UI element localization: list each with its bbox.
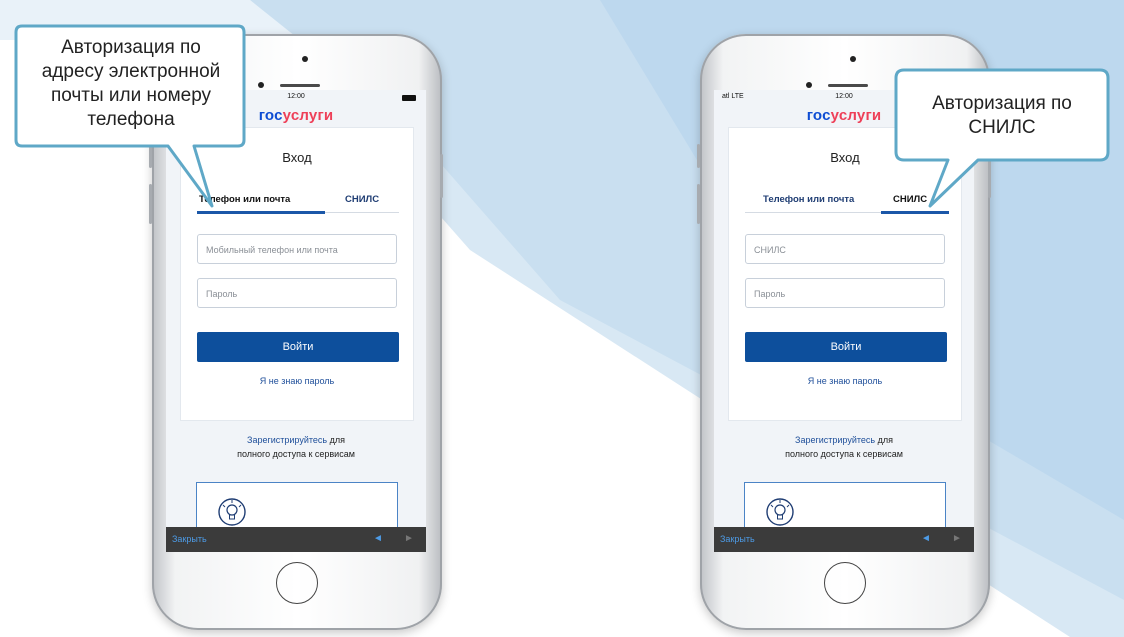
lightbulb-icon — [766, 498, 794, 526]
register-link[interactable]: Зарегистрируйтесь — [795, 435, 875, 445]
proximity-sensor — [806, 82, 812, 88]
bottom-toolbar: Закрыть ◄ ► — [166, 527, 426, 552]
close-button[interactable]: Закрыть — [720, 534, 755, 544]
power-button — [440, 154, 443, 198]
callout-left-line-2: адресу электронной — [41, 61, 221, 82]
forgot-password-link[interactable]: Я не знаю пароль — [729, 376, 961, 386]
phone-or-email-input[interactable]: Мобильный телефон или почта — [197, 234, 397, 264]
bottom-toolbar: Закрыть ◄ ► — [714, 527, 974, 552]
login-button[interactable]: Войти — [197, 332, 399, 362]
tab-phone-or-email[interactable]: Телефон или почта — [763, 194, 854, 212]
callout-right-text: Авторизация по СНИЛС — [898, 92, 1106, 140]
logo-part-1: гос — [806, 107, 831, 124]
callout-left: Авторизация по адресу электронной почты … — [8, 22, 248, 212]
home-button[interactable] — [276, 562, 318, 604]
next-arrow-icon[interactable]: ► — [404, 533, 414, 544]
close-button[interactable]: Закрыть — [172, 534, 207, 544]
register-suffix: для — [875, 435, 893, 445]
callout-right: Авторизация по СНИЛС — [890, 66, 1115, 216]
logo-part-1: гос — [258, 107, 283, 124]
callout-left-text: Авторизация по адресу электронной почты … — [18, 36, 244, 132]
logo-part-2: услуги — [830, 107, 882, 124]
earpiece-speaker — [280, 84, 320, 87]
callout-left-line-1: Авторизация по — [61, 37, 201, 58]
register-line-2: полного доступа к сервисам — [785, 449, 903, 459]
register-link[interactable]: Зарегистрируйтесь — [247, 435, 327, 445]
logo-part-2: услуги — [282, 107, 334, 124]
callout-left-line-4: телефона — [87, 109, 175, 130]
mute-switch — [697, 144, 700, 168]
password-input[interactable]: Пароль — [197, 278, 397, 308]
prev-arrow-icon[interactable]: ◄ — [921, 533, 931, 544]
callout-right-line-1: Авторизация по — [932, 93, 1072, 114]
forgot-password-link[interactable]: Я не знаю пароль — [181, 376, 413, 386]
register-text: Зарегистрируйтесь для полного доступа к … — [166, 433, 426, 461]
home-button[interactable] — [824, 562, 866, 604]
password-input[interactable]: Пароль — [745, 278, 945, 308]
register-text: Зарегистрируйтесь для полного доступа к … — [714, 433, 974, 461]
register-suffix: для — [327, 435, 345, 445]
callout-left-line-3: почты или номеру — [50, 85, 212, 106]
tab-snils[interactable]: СНИЛС — [345, 194, 379, 212]
next-arrow-icon[interactable]: ► — [952, 533, 962, 544]
snils-input[interactable]: СНИЛС — [745, 234, 945, 264]
volume-up-button — [697, 184, 700, 224]
prev-arrow-icon[interactable]: ◄ — [373, 533, 383, 544]
callout-right-line-2: СНИЛС — [968, 117, 1036, 138]
register-line-2: полного доступа к сервисам — [237, 449, 355, 459]
earpiece-speaker — [828, 84, 868, 87]
battery-icon — [402, 95, 416, 101]
callout-right-bubble — [894, 68, 1110, 208]
lightbulb-icon — [218, 498, 246, 526]
front-camera — [302, 56, 308, 62]
login-button[interactable]: Войти — [745, 332, 947, 362]
proximity-sensor — [258, 82, 264, 88]
front-camera — [850, 56, 856, 62]
